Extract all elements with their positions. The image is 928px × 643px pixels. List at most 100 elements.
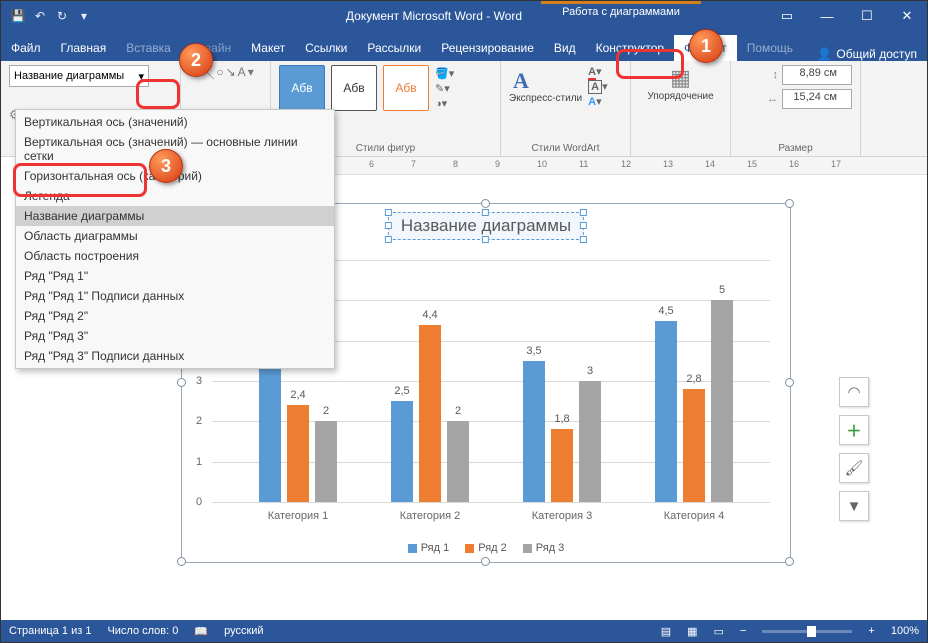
chart-styles-button[interactable]: 🖌: [839, 453, 869, 483]
selection-handle[interactable]: [481, 199, 490, 208]
share-icon: 👤: [817, 47, 832, 61]
ribbon-options-icon[interactable]: ▭: [767, 8, 807, 24]
shape-style-2[interactable]: Абв: [331, 65, 377, 111]
shape-style-3[interactable]: Абв: [383, 65, 429, 111]
width-input[interactable]: 15,24 см: [782, 89, 852, 109]
legend-item[interactable]: Ряд 1: [408, 542, 450, 554]
bar[interactable]: 4,5: [655, 321, 677, 503]
shape-oval-icon[interactable]: ○: [216, 65, 223, 82]
zoom-out-icon[interactable]: −: [740, 625, 746, 637]
dropdown-item[interactable]: Ряд "Ряд 2": [16, 306, 334, 326]
text-fill-icon[interactable]: A▾: [588, 65, 607, 78]
legend-item[interactable]: Ряд 2: [465, 542, 507, 554]
view-web-icon[interactable]: ▭: [714, 625, 724, 638]
text-outline-icon[interactable]: A▾: [588, 80, 607, 93]
text-effects-icon[interactable]: A▾: [588, 95, 607, 108]
bar[interactable]: 2,4: [287, 405, 309, 502]
dropdown-item[interactable]: Ряд "Ряд 1" Подписи данных: [16, 286, 334, 306]
tab-view[interactable]: Вид: [544, 35, 586, 61]
status-page[interactable]: Страница 1 из 1: [9, 625, 91, 637]
bar[interactable]: 2: [447, 421, 469, 502]
annotation-callout-1: 1: [689, 29, 723, 63]
bar[interactable]: 3: [579, 381, 601, 502]
selection-handle[interactable]: [785, 199, 794, 208]
bar[interactable]: 4,4: [419, 325, 441, 502]
dropdown-item[interactable]: Ряд "Ряд 1": [16, 266, 334, 286]
titlebar: 💾 ↶ ↻ ▾ Документ Microsoft Word - Word ▭…: [1, 1, 927, 31]
layout-options-button[interactable]: ◠: [839, 377, 869, 407]
view-print-icon[interactable]: ▦: [687, 625, 697, 638]
tab-mailings[interactable]: Рассылки: [357, 35, 431, 61]
bar[interactable]: 1,8: [551, 429, 573, 502]
status-bar: Страница 1 из 1 Число слов: 0 📖 русский …: [1, 620, 927, 642]
chart-elements-button[interactable]: ＋: [839, 415, 869, 445]
quick-access-toolbar: 💾 ↶ ↻ ▾: [1, 9, 101, 23]
group-label-size: Размер: [739, 143, 852, 154]
chevron-down-icon: ▾: [138, 70, 144, 83]
shape-effects-icon[interactable]: ◑▾: [435, 97, 454, 110]
bar[interactable]: 3,5: [523, 361, 545, 502]
bar[interactable]: 2: [315, 421, 337, 502]
save-icon[interactable]: 💾: [7, 9, 29, 23]
dropdown-item[interactable]: Область диаграммы: [16, 226, 334, 246]
shape-fill-icon[interactable]: 🪣▾: [435, 67, 454, 80]
shape-outline-icon[interactable]: ✎▾: [435, 82, 454, 95]
selection-handle[interactable]: [177, 557, 186, 566]
arrange-icon[interactable]: ▦: [639, 65, 722, 91]
width-icon: ↔: [767, 93, 778, 105]
dropdown-item[interactable]: Вертикальная ось (значений): [16, 112, 334, 132]
status-language[interactable]: русский: [224, 625, 263, 637]
selection-handle[interactable]: [785, 378, 794, 387]
ribbon-tabs: Файл Главная Вставка Дизайн Макет Ссылки…: [1, 31, 927, 61]
chart-title[interactable]: Название диаграммы: [388, 212, 584, 240]
bar[interactable]: 5: [711, 300, 733, 502]
bar[interactable]: 2,5: [391, 401, 413, 502]
selection-handle[interactable]: [177, 378, 186, 387]
shape-style-1[interactable]: Абв: [279, 65, 325, 111]
group-label-wordart: Стили WordArt: [509, 143, 622, 154]
dropdown-item[interactable]: Область построения: [16, 246, 334, 266]
tab-file[interactable]: Файл: [1, 35, 51, 61]
dropdown-item[interactable]: Ряд "Ряд 3" Подписи данных: [16, 346, 334, 366]
contextual-tab-label: Работа с диаграммами: [541, 1, 701, 21]
chart-element-selector[interactable]: Название диаграммы ▾: [9, 65, 149, 87]
close-icon[interactable]: ✕: [887, 8, 927, 24]
chart-element-dropdown[interactable]: Вертикальная ось (значений)Вертикальная …: [15, 109, 335, 369]
undo-icon[interactable]: ↶: [29, 9, 51, 23]
qat-more-icon[interactable]: ▾: [73, 9, 95, 23]
redo-icon[interactable]: ↻: [51, 9, 73, 23]
tab-constructor[interactable]: Конструктор: [586, 35, 674, 61]
shape-textbox-icon[interactable]: A: [238, 65, 246, 82]
chart-legend[interactable]: Ряд 1 Ряд 2 Ряд 3: [182, 542, 790, 554]
tab-home[interactable]: Главная: [51, 35, 117, 61]
wordart-quickstyles-icon[interactable]: A: [509, 69, 533, 93]
annotation-callout-3: 3: [149, 149, 183, 183]
dropdown-item[interactable]: Легенда: [16, 186, 334, 206]
zoom-in-icon[interactable]: +: [868, 625, 874, 637]
tab-help[interactable]: Помощь: [737, 35, 803, 61]
dropdown-item[interactable]: Ряд "Ряд 3": [16, 326, 334, 346]
share-button[interactable]: 👤 Общий доступ: [807, 47, 927, 61]
view-read-icon[interactable]: ▤: [661, 625, 671, 638]
zoom-slider[interactable]: [762, 630, 852, 633]
height-input[interactable]: 8,89 см: [782, 65, 852, 85]
chart-filters-button[interactable]: ▼: [839, 491, 869, 521]
selection-handle[interactable]: [481, 557, 490, 566]
status-words[interactable]: Число слов: 0: [107, 625, 178, 637]
bar[interactable]: 2,8: [683, 389, 705, 502]
status-proofing-icon[interactable]: 📖: [194, 625, 208, 638]
tab-review[interactable]: Рецензирование: [431, 35, 544, 61]
legend-item[interactable]: Ряд 3: [523, 542, 565, 554]
minimize-icon[interactable]: —: [807, 9, 847, 24]
height-icon: ↕: [773, 69, 779, 81]
shape-more-icon[interactable]: ▾: [248, 65, 254, 82]
maximize-icon[interactable]: ☐: [847, 8, 887, 24]
tab-layout[interactable]: Макет: [241, 35, 295, 61]
tab-references[interactable]: Ссылки: [295, 35, 357, 61]
tab-insert[interactable]: Вставка: [116, 35, 181, 61]
chart-side-tools: ◠ ＋ 🖌 ▼: [839, 377, 869, 529]
shape-arrow-icon[interactable]: ↘: [226, 65, 236, 82]
zoom-value[interactable]: 100%: [891, 625, 919, 637]
selection-handle[interactable]: [785, 557, 794, 566]
dropdown-item[interactable]: Название диаграммы: [16, 206, 334, 226]
